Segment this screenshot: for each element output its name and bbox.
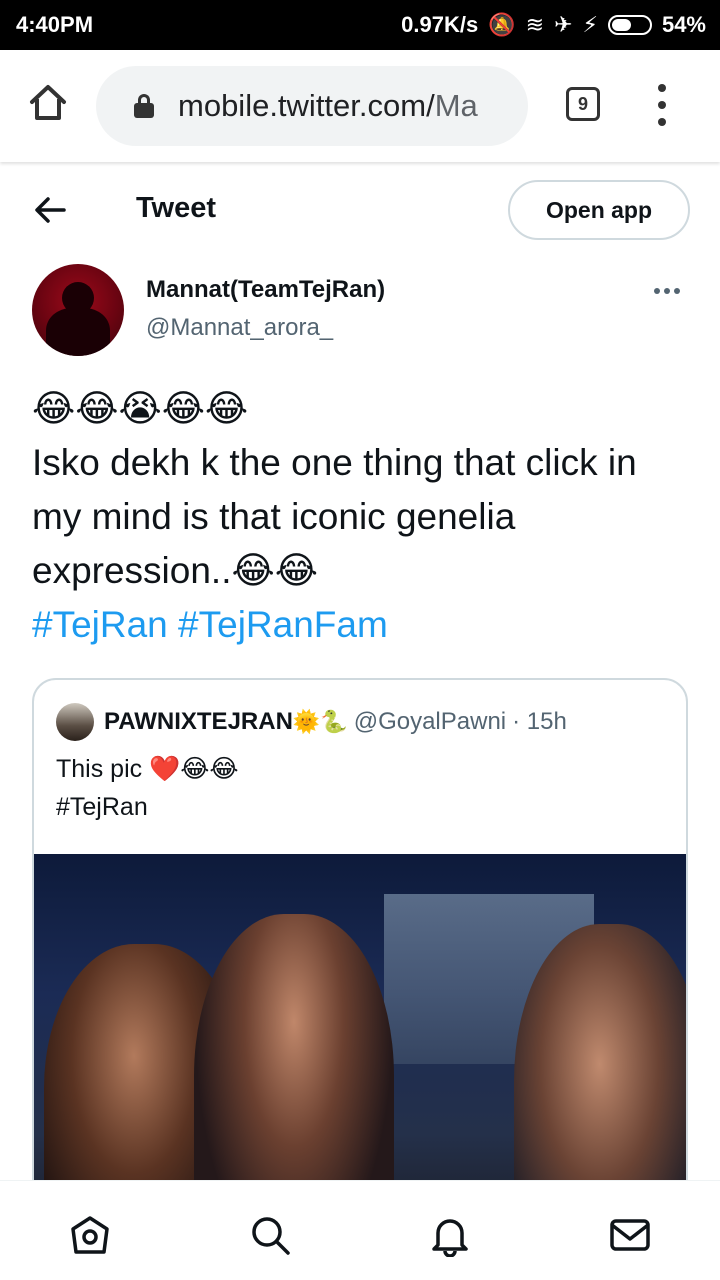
open-app-button[interactable]: Open app [508, 180, 690, 240]
tab-switcher-button[interactable]: 9 [566, 87, 600, 121]
home-icon[interactable] [26, 80, 70, 124]
url-text: mobile.twitter.com/Ma [178, 88, 478, 123]
charging-icon: ⚡ [582, 12, 598, 37]
page-title: Tweet [136, 192, 217, 224]
author-handle[interactable]: @Mannat_arora_ [146, 314, 333, 342]
tweet-body: Isko dekh k the one thing that click in … [32, 442, 637, 591]
tweet-body-emoji: 😂😂 [231, 549, 318, 592]
tweet-text: 😂😂😭😂😂 Isko dekh k the one thing that cli… [32, 382, 692, 652]
browser-menu-icon[interactable] [652, 84, 672, 126]
address-bar[interactable]: mobile.twitter.com/Ma [96, 66, 528, 146]
tweet-author: Mannat(TeamTejRan) @Mannat_arora_ [0, 258, 720, 368]
notifications-icon[interactable] [428, 1213, 472, 1257]
quoted-tweet-header: PAWNIXTEJRAN 🌞🐍 @GoyalPawni · 15h [56, 702, 567, 742]
quoted-name-emoji: 🌞🐍 [292, 709, 348, 735]
messages-icon[interactable] [608, 1213, 652, 1257]
battery-percent: 54% [661, 12, 706, 37]
quoted-tweet[interactable]: PAWNIXTEJRAN 🌞🐍 @GoyalPawni · 15h This p… [32, 678, 688, 1238]
hashtag-link[interactable]: #TejRanFam [178, 604, 388, 645]
bottom-navigation [0, 1180, 720, 1280]
quoted-author-handle: @GoyalPawni [353, 708, 507, 735]
quoted-body: This pic [56, 755, 143, 783]
author-name[interactable]: Mannat(TeamTejRan) [146, 276, 385, 304]
status-icons: 0.97K/s 🔕 ≋ ✈ ⚡ 54% [401, 12, 706, 38]
more-options-icon[interactable] [654, 288, 680, 294]
status-time: 4:40PM [16, 12, 94, 37]
tweet-header: Tweet Open app [0, 162, 720, 258]
quoted-author-name: PAWNIXTEJRAN [104, 708, 293, 735]
lock-icon [134, 94, 154, 118]
network-speed: 0.97K/s [401, 12, 479, 37]
quoted-hashtag: #TejRan [56, 793, 148, 821]
airplane-icon: ✈ [554, 12, 573, 37]
quoted-tweet-text: This pic ❤️😂😂 #TejRan [56, 750, 239, 826]
battery-fill [611, 19, 632, 31]
mute-icon: 🔕 [488, 12, 516, 37]
status-bar: 4:40PM 0.97K/s 🔕 ≋ ✈ ⚡ 54% [0, 0, 720, 50]
battery-icon [607, 15, 652, 35]
tweet-emoji-line: 😂😂😭😂😂 [32, 387, 249, 430]
quoted-time: · 15h [512, 708, 567, 735]
home-icon[interactable] [68, 1213, 112, 1257]
wifi-icon: ≋ [525, 12, 545, 37]
browser-toolbar: mobile.twitter.com/Ma 9 [0, 50, 720, 162]
quoted-body-emoji: ❤️😂😂 [149, 754, 239, 783]
search-icon[interactable] [248, 1213, 292, 1257]
avatar[interactable] [32, 264, 124, 356]
avatar [56, 703, 94, 741]
back-arrow-icon[interactable] [34, 196, 66, 224]
hashtag-link[interactable]: #TejRan [32, 604, 168, 645]
